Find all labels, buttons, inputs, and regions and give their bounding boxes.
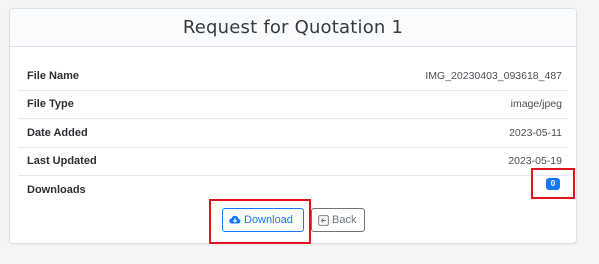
- downloads-count-highlight: 0: [531, 168, 575, 199]
- arrow-left-square-icon: [318, 214, 329, 226]
- downloads-count-badge: 0: [546, 177, 560, 190]
- details-list: File Name IMG_20230403_093618_487 File T…: [18, 62, 568, 204]
- download-button[interactable]: Download: [222, 208, 304, 232]
- detail-row-file-name: File Name IMG_20230403_093618_487: [18, 62, 568, 91]
- card-header: Request for Quotation 1: [10, 9, 576, 47]
- file-type-label: File Type: [27, 98, 74, 111]
- back-button-label: Back: [332, 214, 357, 226]
- file-type-value: image/jpeg: [510, 98, 562, 111]
- date-added-label: Date Added: [27, 126, 88, 139]
- page-title: Request for Quotation 1: [182, 17, 404, 38]
- downloads-label: Downloads: [27, 183, 86, 196]
- detail-row-date-added: Date Added 2023-05-11: [18, 119, 568, 148]
- page: Request for Quotation 1 File Name IMG_20…: [0, 0, 599, 264]
- download-button-label: Download: [244, 214, 293, 226]
- last-updated-value: 2023-05-19: [508, 155, 562, 168]
- last-updated-label: Last Updated: [27, 155, 97, 168]
- date-added-value: 2023-05-11: [509, 126, 562, 139]
- file-name-value: IMG_20230403_093618_487: [425, 69, 562, 82]
- file-name-label: File Name: [27, 69, 79, 82]
- cloud-download-icon: [229, 215, 241, 225]
- detail-row-last-updated: Last Updated 2023-05-19: [18, 148, 568, 176]
- detail-row-file-type: File Type image/jpeg: [18, 91, 568, 119]
- back-button[interactable]: Back: [311, 208, 365, 232]
